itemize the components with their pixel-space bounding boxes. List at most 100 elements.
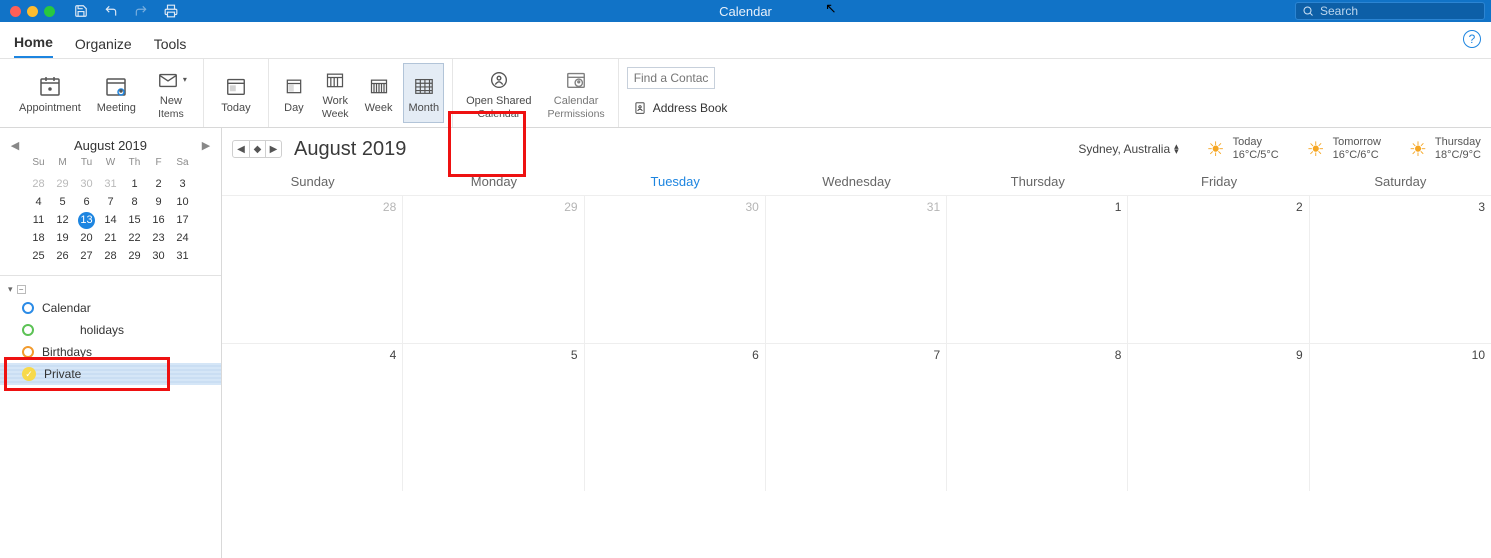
calendar-permissions-button[interactable]: Calendar Permissions xyxy=(543,63,610,123)
calendar-list-item[interactable]: Birthdays xyxy=(0,341,221,363)
calendar-cell[interactable]: 7 xyxy=(766,343,947,491)
mini-day[interactable]: 2 xyxy=(147,175,171,193)
weather-location[interactable]: Sydney, Australia▴▾ xyxy=(1078,142,1178,156)
mini-day[interactable]: 21 xyxy=(99,229,123,247)
mini-day[interactable]: 22 xyxy=(123,229,147,247)
week-icon xyxy=(368,76,390,96)
mini-day[interactable]: 31 xyxy=(171,247,195,265)
calendar-cell[interactable]: 2 xyxy=(1128,195,1309,343)
mini-day[interactable]: 14 xyxy=(99,211,123,229)
mini-day[interactable]: 27 xyxy=(75,247,99,265)
week-view-button[interactable]: Week xyxy=(360,63,398,123)
today-button[interactable]: Today xyxy=(212,63,260,123)
calendar-cell[interactable]: 6 xyxy=(585,343,766,491)
calendar-group-toggle[interactable]: ▾− xyxy=(0,282,221,297)
meeting-button[interactable]: Meeting xyxy=(92,63,141,123)
calendar-cell[interactable]: 1 xyxy=(947,195,1128,343)
save-icon[interactable] xyxy=(73,3,89,19)
weather-day[interactable]: ☀Today16°C/5°C xyxy=(1207,136,1279,162)
address-book-button[interactable]: Address Book xyxy=(627,97,734,119)
mini-day[interactable]: 29 xyxy=(51,175,75,193)
mini-day[interactable]: 28 xyxy=(99,247,123,265)
mini-day[interactable]: 4 xyxy=(27,193,51,211)
tab-home[interactable]: Home xyxy=(14,34,53,58)
mini-day[interactable]: 25 xyxy=(27,247,51,265)
minimize-window[interactable] xyxy=(27,6,38,17)
calendar-cell[interactable]: 9 xyxy=(1128,343,1309,491)
chevron-down-icon: ▾ xyxy=(8,284,13,295)
tab-organize[interactable]: Organize xyxy=(75,36,132,58)
mini-month-title: August 2019 xyxy=(74,138,147,153)
month-view-button[interactable]: Month xyxy=(403,63,444,123)
weather-day[interactable]: ☀Tomorrow16°C/6°C xyxy=(1307,136,1381,162)
mini-day[interactable]: 23 xyxy=(147,229,171,247)
find-contact-input[interactable] xyxy=(627,67,715,89)
day-view-button[interactable]: Day xyxy=(277,63,311,123)
mini-day[interactable]: 1 xyxy=(123,175,147,193)
mini-day[interactable]: 15 xyxy=(123,211,147,229)
calendar-cell[interactable]: 10 xyxy=(1310,343,1491,491)
sun-icon: ☀ xyxy=(1307,137,1325,162)
calendar-item-label: holidays xyxy=(80,323,124,337)
month-prev[interactable]: ◀ xyxy=(233,141,249,157)
calendar-cell[interactable]: 3 xyxy=(1310,195,1491,343)
mini-day[interactable]: 19 xyxy=(51,229,75,247)
work-week-button[interactable]: Work Week xyxy=(317,63,354,123)
calendar-list-item[interactable]: ✓Private xyxy=(0,363,221,385)
new-items-button[interactable]: ▾ New Items xyxy=(147,63,195,123)
weather-day[interactable]: ☀Thursday18°C/9°C xyxy=(1409,136,1481,162)
mini-day[interactable]: 3 xyxy=(171,175,195,193)
mini-day[interactable]: 9 xyxy=(147,193,171,211)
calendar-cell[interactable]: 30 xyxy=(585,195,766,343)
mini-day[interactable]: 28 xyxy=(27,175,51,193)
month-next[interactable]: ▶ xyxy=(265,141,281,157)
calendar-cell[interactable]: 4 xyxy=(222,343,403,491)
calendar-cell[interactable]: 5 xyxy=(403,343,584,491)
mini-day[interactable]: 26 xyxy=(51,247,75,265)
mini-day[interactable]: 29 xyxy=(123,247,147,265)
maximize-window[interactable] xyxy=(44,6,55,17)
close-window[interactable] xyxy=(10,6,21,17)
envelope-icon xyxy=(155,69,181,91)
mini-prev-month[interactable]: ◀ xyxy=(8,139,22,152)
mini-day[interactable]: 10 xyxy=(171,193,195,211)
search-icon xyxy=(1302,5,1314,17)
mini-day[interactable]: 18 xyxy=(27,229,51,247)
mini-day[interactable]: 11 xyxy=(27,211,51,229)
calendar-list-item[interactable]: Calendar xyxy=(0,297,221,319)
tab-tools[interactable]: Tools xyxy=(154,36,187,58)
calendar-cell[interactable]: 29 xyxy=(403,195,584,343)
mini-day[interactable]: 30 xyxy=(75,175,99,193)
appointment-button[interactable]: Appointment xyxy=(14,63,86,123)
calendar-item-label: Birthdays xyxy=(42,345,92,359)
mini-day[interactable]: 8 xyxy=(123,193,147,211)
week-label: Week xyxy=(365,102,393,115)
mini-day[interactable]: 6 xyxy=(75,193,99,211)
print-icon[interactable] xyxy=(163,3,179,19)
mini-day[interactable]: 24 xyxy=(171,229,195,247)
weekday-header: Wednesday xyxy=(766,168,947,195)
calendar-cell[interactable]: 31 xyxy=(766,195,947,343)
redo-icon[interactable] xyxy=(133,3,149,19)
open-shared-calendar-button[interactable]: Open Shared Calendar xyxy=(461,63,536,123)
window-controls xyxy=(0,6,55,17)
mini-day[interactable]: 16 xyxy=(147,211,171,229)
mini-day[interactable]: 13 xyxy=(75,211,99,229)
mini-next-month[interactable]: ▶ xyxy=(199,139,213,152)
weather-temp: 16°C/5°C xyxy=(1233,149,1279,162)
mini-day[interactable]: 7 xyxy=(99,193,123,211)
mini-day[interactable]: 31 xyxy=(99,175,123,193)
mini-day[interactable]: 5 xyxy=(51,193,75,211)
mini-day[interactable]: 12 xyxy=(51,211,75,229)
mini-day[interactable]: 30 xyxy=(147,247,171,265)
calendar-list-item[interactable]: holidays xyxy=(0,319,221,341)
help-button[interactable]: ? xyxy=(1463,30,1481,48)
mini-day[interactable]: 20 xyxy=(75,229,99,247)
search-input[interactable] xyxy=(1318,3,1468,19)
search-box[interactable] xyxy=(1295,2,1485,20)
month-today-dot[interactable]: ◆ xyxy=(249,141,265,157)
calendar-cell[interactable]: 28 xyxy=(222,195,403,343)
calendar-cell[interactable]: 8 xyxy=(947,343,1128,491)
undo-icon[interactable] xyxy=(103,3,119,19)
mini-day[interactable]: 17 xyxy=(171,211,195,229)
